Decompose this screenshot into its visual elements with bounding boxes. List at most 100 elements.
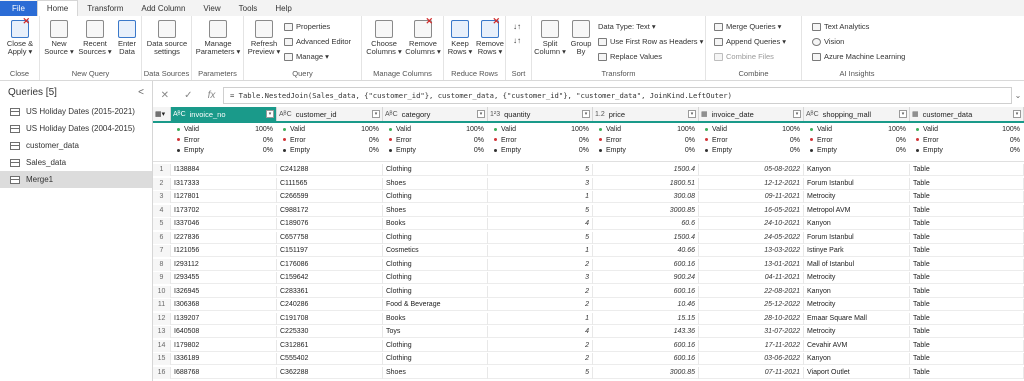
remove-rows-button[interactable]: Remove Rows ▾ (475, 17, 505, 56)
table-row[interactable]: 4 I173702 C988172 Shoes 5 3000.85 16-05-2021 Me… (153, 204, 1024, 217)
remove-columns-button[interactable]: Remove Columns ▾ (404, 17, 442, 56)
table-link[interactable]: Table (910, 366, 1024, 379)
data-type-dropdown[interactable]: Data Type: Text ▾ (598, 21, 656, 32)
column-type-icon[interactable]: AᴮC (279, 111, 292, 118)
column-header-shopping-mall[interactable]: AᴮC shopping_mall ▾ (804, 107, 910, 121)
column-type-icon[interactable]: ▦ (912, 110, 919, 118)
filter-dropdown-icon[interactable]: ▾ (793, 110, 801, 118)
sort-descending-button[interactable]: ↓↑ (513, 35, 521, 46)
tab-view[interactable]: View (194, 1, 229, 16)
table-row[interactable]: 13 I640508 C225330 Toys 4 143.36 31-07-2022 Met… (153, 326, 1024, 339)
filter-dropdown-icon[interactable]: ▾ (266, 110, 274, 118)
manage-parameters-button[interactable]: Manage Parameters ▾ (195, 20, 241, 56)
close-apply-button[interactable]: Close & Apply ▾ (4, 17, 36, 56)
collapse-pane-icon[interactable]: < (138, 87, 144, 98)
filter-dropdown-icon[interactable]: ▾ (688, 110, 696, 118)
data-source-settings-button[interactable]: Data source settings (145, 20, 189, 56)
query-item[interactable]: US Holiday Dates (2004-2015) (0, 120, 152, 137)
tab-tools[interactable]: Tools (230, 1, 267, 16)
tab-file[interactable]: File (0, 1, 37, 16)
table-row[interactable]: 11 I306368 C240286 Food & Beverage 2 10.46 25-… (153, 299, 1024, 312)
azure-machine-learning-button[interactable]: Azure Machine Learning (812, 51, 905, 62)
table-row[interactable]: 5 I337046 C189076 Books 4 60.6 24-10-2021 Kanyo… (153, 218, 1024, 231)
table-link[interactable]: Table (910, 299, 1024, 311)
table-row[interactable]: 8 I293112 C176086 Clothing 2 600.16 13-01-2021… (153, 258, 1024, 271)
table-row[interactable]: 12 I139207 C191708 Books 1 15.15 28-10-2022 Ema… (153, 312, 1024, 325)
column-type-icon[interactable]: AᴮC (806, 111, 819, 118)
table-row[interactable]: 2 I317333 C111565 Shoes 3 1800.51 12-12-2021 Fo… (153, 177, 1024, 190)
table-link[interactable]: Table (910, 164, 1024, 176)
tab-help[interactable]: Help (266, 1, 300, 16)
tab-transform[interactable]: Transform (78, 1, 132, 16)
table-link[interactable]: Table (910, 326, 1024, 338)
table-row[interactable]: 7 I121056 C151197 Cosmetics 1 40.66 13-03-2022… (153, 245, 1024, 258)
merge-queries-button[interactable]: Merge Queries ▾ (714, 21, 781, 32)
query-item[interactable]: Sales_data (0, 154, 152, 171)
table-row[interactable]: 3 I127801 C266599 Clothing 1 300.08 09-11-2021… (153, 191, 1024, 204)
table-link[interactable]: Table (910, 191, 1024, 203)
tab-add-column[interactable]: Add Column (132, 1, 194, 16)
tab-home[interactable]: Home (36, 0, 79, 16)
expand-formula-icon[interactable]: ⌄ (1012, 91, 1024, 100)
table-menu-button[interactable]: ▦▾ (153, 107, 171, 121)
table-row[interactable]: 6 I227836 C657758 Clothing 5 1500.4 24-05-2022… (153, 231, 1024, 244)
replace-values-button[interactable]: Replace Values (598, 51, 662, 62)
column-type-icon[interactable]: AᴮC (173, 111, 186, 118)
column-type-icon[interactable]: ▦ (701, 110, 708, 118)
combine-files-button[interactable]: Combine Files (714, 51, 774, 62)
query-item[interactable]: Merge1 (0, 171, 152, 188)
advanced-editor-button[interactable]: Advanced Editor (284, 36, 351, 47)
column-header-customer-id[interactable]: AᴮC customer_id ▾ (277, 107, 383, 121)
filter-dropdown-icon[interactable]: ▾ (899, 110, 907, 118)
new-source-button[interactable]: New Source ▾ (42, 20, 76, 56)
table-row[interactable]: 14 I179802 C312861 Clothing 2 600.16 17-11-202… (153, 339, 1024, 352)
column-header-invoice-date[interactable]: ▦ invoice_date ▾ (699, 107, 804, 121)
fx-icon[interactable]: fx (208, 90, 216, 101)
split-column-button[interactable]: Split Column ▾ (534, 20, 566, 56)
table-link[interactable]: Table (910, 258, 1024, 271)
refresh-preview-button[interactable]: Refresh Preview ▾ (246, 20, 282, 56)
manage-button[interactable]: Manage ▾ (284, 51, 329, 62)
filter-dropdown-icon[interactable]: ▾ (372, 110, 380, 118)
table-link[interactable]: Table (910, 231, 1024, 244)
filter-dropdown-icon[interactable]: ▾ (1013, 110, 1021, 118)
group-by-button[interactable]: Group By (567, 20, 595, 56)
use-first-row-as-headers-button[interactable]: Use First Row as Headers ▾ (598, 36, 703, 47)
column-header-invoice-no[interactable]: AᴮC invoice_no ▾ (171, 107, 277, 121)
table-row[interactable]: 1 I138884 C241288 Clothing 5 1500.4 05-08-2022… (153, 164, 1024, 177)
keep-rows-button[interactable]: Keep Rows ▾ (446, 20, 474, 56)
column-header-quantity[interactable]: 1²3 quantity ▾ (488, 107, 593, 121)
column-type-icon[interactable]: 1²3 (490, 111, 500, 118)
table-row[interactable]: 15 I336189 C555402 Clothing 2 600.16 03-06-202… (153, 353, 1024, 366)
column-header-category[interactable]: AᴮC category ▾ (383, 107, 488, 121)
vision-button[interactable]: Vision (812, 36, 844, 47)
column-type-icon[interactable]: AᴮC (385, 111, 398, 118)
table-link[interactable]: Table (910, 218, 1024, 230)
sort-ascending-button[interactable]: ↓↑ (513, 21, 521, 32)
table-link[interactable]: Table (910, 245, 1024, 257)
table-row[interactable]: 10 I326945 C283361 Clothing 2 600.16 22-08-202… (153, 285, 1024, 298)
column-type-icon[interactable]: 1.2 (595, 111, 605, 118)
query-item[interactable]: customer_data (0, 137, 152, 154)
table-link[interactable]: Table (910, 272, 1024, 284)
text-analytics-button[interactable]: Text Analytics (812, 21, 869, 32)
query-item[interactable]: US Holiday Dates (2015-2021) (0, 103, 152, 120)
cancel-formula-icon[interactable]: ✕ (161, 90, 169, 101)
table-link[interactable]: Table (910, 353, 1024, 365)
table-link[interactable]: Table (910, 204, 1024, 217)
table-link[interactable]: Table (910, 285, 1024, 298)
table-link[interactable]: Table (910, 312, 1024, 325)
table-link[interactable]: Table (910, 339, 1024, 352)
properties-button[interactable]: Properties (284, 21, 330, 32)
confirm-formula-icon[interactable]: ✓ (184, 90, 192, 101)
column-header-customer-data[interactable]: ▦ customer_data ▾ (910, 107, 1024, 121)
filter-dropdown-icon[interactable]: ▾ (477, 110, 485, 118)
formula-input[interactable]: = Table.NestedJoin(Sales_data, {"custome… (223, 86, 1012, 104)
enter-data-button[interactable]: Enter Data (114, 20, 140, 56)
choose-columns-button[interactable]: Choose Columns ▾ (365, 20, 403, 56)
table-link[interactable]: Table (910, 177, 1024, 190)
append-queries-button[interactable]: Append Queries ▾ (714, 36, 786, 47)
filter-dropdown-icon[interactable]: ▾ (582, 110, 590, 118)
table-row[interactable]: 9 I293455 C159642 Clothing 3 900.24 04-11-2021… (153, 272, 1024, 285)
column-header-price[interactable]: 1.2 price ▾ (593, 107, 699, 121)
